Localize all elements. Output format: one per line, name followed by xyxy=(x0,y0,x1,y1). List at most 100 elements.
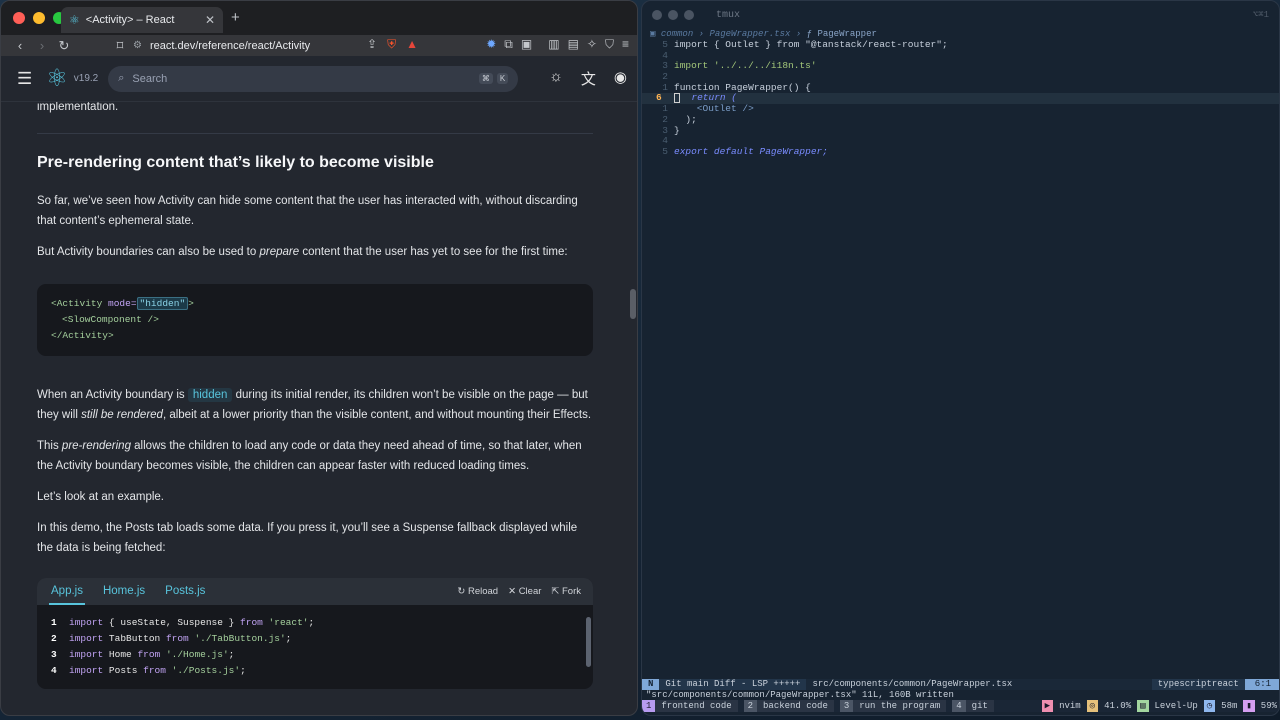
paragraph-1: So far, we’ve seen how Activity can hide… xyxy=(37,195,578,227)
page-scrollbar[interactable] xyxy=(630,289,636,319)
extensions-puzzle-icon[interactable]: ⧉ xyxy=(504,37,513,52)
line-number: 1 xyxy=(662,103,668,115)
minimize-window-button[interactable] xyxy=(668,10,678,20)
forward-icon[interactable]: › xyxy=(33,38,51,53)
line-text: import '../../../i18n.ts' xyxy=(674,60,817,72)
editor-line: 5 import { Outlet } from "@tanstack/react… xyxy=(642,39,1279,51)
menu-icon[interactable]: ≡ xyxy=(622,37,629,52)
vim-mode: N xyxy=(642,679,660,690)
search-input[interactable]: ⌕ Search ⌘ K xyxy=(108,65,519,92)
editor-line: 1 function PageWrapper() { xyxy=(642,82,1279,94)
code-line: 2 import TabButton from './TabButton.js'; xyxy=(51,633,292,644)
desktop: ⚛ <Activity> – React ✕ + ‹ › ↻ ⌑ ⚙ react… xyxy=(0,0,1280,720)
tab-home-js[interactable]: Home.js xyxy=(101,578,147,605)
editor-line: 3 import '../../../i18n.ts' xyxy=(642,61,1279,72)
git-status: Git main Diff - LSP +++++ xyxy=(659,679,807,690)
paragraph-2: But Activity boundaries can also be used… xyxy=(37,246,568,258)
hamburger-menu-icon[interactable]: ☰ xyxy=(17,69,32,89)
editor-line: 3} xyxy=(642,124,1279,137)
paragraph-4: This pre-rendering allows the children t… xyxy=(37,440,582,472)
minimize-window-button[interactable] xyxy=(33,12,45,24)
kbd-cmd: ⌘ xyxy=(478,73,493,84)
editor-line: 1 <Outlet /> xyxy=(642,103,1279,115)
editor-line: 2 ); xyxy=(642,113,1279,126)
line-text: import { Outlet } from "@tanstack/react-… xyxy=(674,39,948,50)
sandbox-tabs: App.js Home.js Posts.js ↻ Reload ✕ Clear… xyxy=(37,578,593,605)
terminal-titlebar: tmux ⌥⌘1 xyxy=(642,1,1279,29)
code-line: 4 import Posts from './Posts.js'; xyxy=(51,665,246,676)
browser-tab-activity[interactable]: ⚛ <Activity> – React ✕ xyxy=(61,7,223,33)
reload-icon[interactable]: ↻ xyxy=(55,38,73,54)
tmux-window-4[interactable]: 4 git xyxy=(952,700,994,712)
theme-toggle-icon[interactable]: ☼ xyxy=(549,68,563,89)
paragraph-6: In this demo, the Posts tab loads some d… xyxy=(37,522,578,554)
line-number: 4 xyxy=(662,135,668,147)
react-logo-icon[interactable]: ⚛ xyxy=(46,64,68,93)
sandbox-code[interactable]: 1 import { useState, Suspense } from 'rea… xyxy=(37,605,593,689)
url-text: react.dev/reference/react/Activity xyxy=(149,39,311,52)
bookmark-icon[interactable]: ⌑ xyxy=(111,38,129,54)
wallet-icon[interactable]: ▤ xyxy=(568,37,579,52)
github-icon[interactable]: ◉ xyxy=(614,68,627,89)
screenshot-icon[interactable]: ▣ xyxy=(521,37,532,52)
intro-tail-text: implementation. xyxy=(37,102,119,113)
section-divider xyxy=(37,133,593,134)
search-placeholder: Search xyxy=(132,72,168,85)
extension-icon[interactable]: ✹ xyxy=(486,37,496,52)
vim-message-line: "src/components/common/PageWrapper.tsx" … xyxy=(646,690,954,700)
line-text: export default PageWrapper; xyxy=(674,145,828,157)
tmux-cpu: 41.0% xyxy=(1104,701,1132,711)
line-number: 3 xyxy=(662,60,668,72)
vpn-icon[interactable]: ⛉ xyxy=(605,37,614,52)
reload-button[interactable]: ↻ Reload xyxy=(457,582,498,602)
line-number: 2 xyxy=(662,71,668,83)
maximize-window-button[interactable] xyxy=(684,10,694,20)
code-line: 3 import Home from './Home.js'; xyxy=(51,649,235,660)
tmux-session: Level-Up xyxy=(1154,701,1198,711)
inline-code-hidden: hidden xyxy=(187,388,233,402)
tab-app-js[interactable]: App.js xyxy=(49,578,85,605)
share-icon[interactable]: ⇪ xyxy=(367,37,377,52)
language-icon[interactable]: 文 xyxy=(581,68,596,89)
terminal-shortcut: ⌥⌘1 xyxy=(1252,10,1269,20)
tmux-window-2[interactable]: 2 backend code xyxy=(743,700,834,712)
line-number: 5 xyxy=(662,39,668,50)
tab-title: <Activity> – React xyxy=(85,14,175,26)
fork-button[interactable]: ⇱ Fork xyxy=(551,582,581,602)
leo-ai-icon[interactable]: ✧ xyxy=(587,37,597,52)
function-icon: ƒ xyxy=(806,29,818,39)
section-heading: Pre-rendering content that’s likely to b… xyxy=(37,154,434,171)
close-window-button[interactable] xyxy=(652,10,662,20)
tmux-window-1[interactable]: 1 frontend code xyxy=(642,700,738,712)
line-number: 5 xyxy=(662,145,668,157)
paragraph-5: Let’s look at an example. xyxy=(37,491,165,503)
brave-shields-icon[interactable]: ⛨ xyxy=(387,37,396,52)
editor-buffer[interactable]: 5 import { Outlet } from "@tanstack/react… xyxy=(642,39,1279,158)
cpu-icon: ◎ xyxy=(1086,700,1099,712)
line-number: 2 xyxy=(662,113,668,125)
close-window-button[interactable] xyxy=(13,12,25,24)
sidebar-icon[interactable]: ▥ xyxy=(548,37,559,52)
tmux-uptime: 58m xyxy=(1221,701,1238,711)
brave-rewards-icon[interactable]: ▲ xyxy=(406,37,418,52)
paragraph-3: When an Activity boundary is hidden duri… xyxy=(37,388,592,421)
version-label[interactable]: v19.2 xyxy=(74,73,98,84)
line-number: 4 xyxy=(662,49,668,61)
line-text: ); xyxy=(674,113,697,125)
tmux-window-3[interactable]: 3 run the program xyxy=(839,700,947,712)
process-icon: ▶ xyxy=(1041,700,1054,712)
clear-button[interactable]: ✕ Clear xyxy=(508,582,541,602)
terminal-window: tmux ⌥⌘1 ▣ common › PageWrapper.tsx › ƒ … xyxy=(641,0,1280,716)
sandbox-scrollbar[interactable] xyxy=(586,617,591,667)
editor-line: 5 export default PageWrapper; xyxy=(642,145,1279,158)
line-number: 3 xyxy=(662,124,668,136)
vim-statusline: N Git main Diff - LSP +++++ src/componen… xyxy=(642,679,1279,690)
reload-icon: ↻ xyxy=(457,585,468,597)
back-icon[interactable]: ‹ xyxy=(11,38,29,53)
new-tab-button[interactable]: + xyxy=(231,9,240,26)
site-info-icon[interactable]: ⚙ xyxy=(133,40,142,51)
close-tab-icon[interactable]: ✕ xyxy=(205,13,215,27)
folder-icon: ▣ xyxy=(650,29,661,39)
browser-titlebar: ⚛ <Activity> – React ✕ + xyxy=(1,1,637,35)
tab-posts-js[interactable]: Posts.js xyxy=(163,578,207,605)
